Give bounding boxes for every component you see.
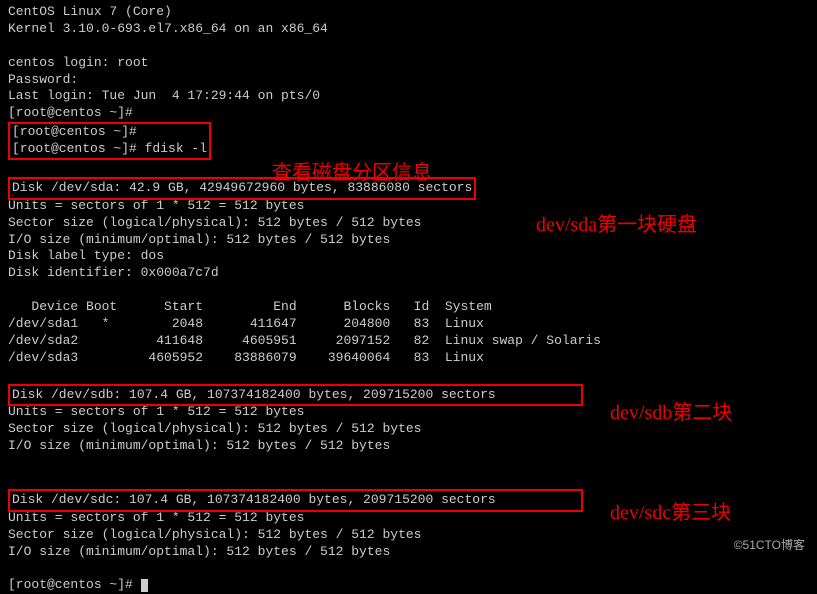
blank-line-7 <box>8 561 809 578</box>
sdb-io-size: I/O size (minimum/optimal): 512 bytes / … <box>8 438 809 455</box>
highlight-box-sdc: Disk /dev/sdc: 107.4 GB, 107374182400 by… <box>8 489 583 512</box>
partition-row-1: /dev/sda1 * 2048 411647 204800 83 Linux <box>8 316 809 333</box>
annotation-sdb: dev/sdb第二块 <box>610 400 732 426</box>
partition-row-3: /dev/sda3 4605952 83886079 39640064 83 L… <box>8 350 809 367</box>
blank-line-3 <box>8 282 809 299</box>
cursor <box>141 579 148 592</box>
password-prompt: Password: <box>8 72 809 89</box>
annotation-sda: dev/sda第一块硬盘 <box>536 212 697 238</box>
sda-label: Disk label type: dos <box>8 248 809 265</box>
blank-line-6 <box>8 472 809 489</box>
sdc-summary: Disk /dev/sdc: 107.4 GB, 107374182400 by… <box>12 492 579 509</box>
annotation-fdisk: 查看磁盘分区信息 <box>272 160 432 186</box>
shell-prompt-active[interactable]: [root@centos ~]# <box>8 577 809 594</box>
shell-prompt-2[interactable]: [root@centos ~]# <box>12 124 207 141</box>
shell-prompt-1[interactable]: [root@centos ~]# <box>8 105 809 122</box>
blank-line <box>8 38 809 55</box>
highlight-box-fdisk-command: [root@centos ~]# [root@centos ~]# fdisk … <box>8 122 211 160</box>
kernel-line: Kernel 3.10.0-693.el7.x86_64 on an x86_6… <box>8 21 809 38</box>
blank-line-5 <box>8 455 809 472</box>
sdb-summary: Disk /dev/sdb: 107.4 GB, 107374182400 by… <box>12 387 579 404</box>
blank-line-4 <box>8 367 809 384</box>
prompt-text: [root@centos ~]# <box>8 577 141 592</box>
highlight-box-sdb: Disk /dev/sdb: 107.4 GB, 107374182400 by… <box>8 384 583 407</box>
login-prompt: centos login: root <box>8 55 809 72</box>
sdc-io-size: I/O size (minimum/optimal): 512 bytes / … <box>8 544 809 561</box>
partition-header: Device Boot Start End Blocks Id System <box>8 299 809 316</box>
last-login: Last login: Tue Jun 4 17:29:44 on pts/0 <box>8 88 809 105</box>
os-version-line: CentOS Linux 7 (Core) <box>8 4 809 21</box>
partition-row-2: /dev/sda2 411648 4605951 2097152 82 Linu… <box>8 333 809 350</box>
annotation-sdc: dev/sdc第三块 <box>610 500 731 526</box>
fdisk-command[interactable]: [root@centos ~]# fdisk -l <box>12 141 207 158</box>
sdc-sector-size: Sector size (logical/physical): 512 byte… <box>8 527 809 544</box>
sda-identifier: Disk identifier: 0x000a7c7d <box>8 265 809 282</box>
watermark: ©51CTO博客 <box>734 538 805 554</box>
